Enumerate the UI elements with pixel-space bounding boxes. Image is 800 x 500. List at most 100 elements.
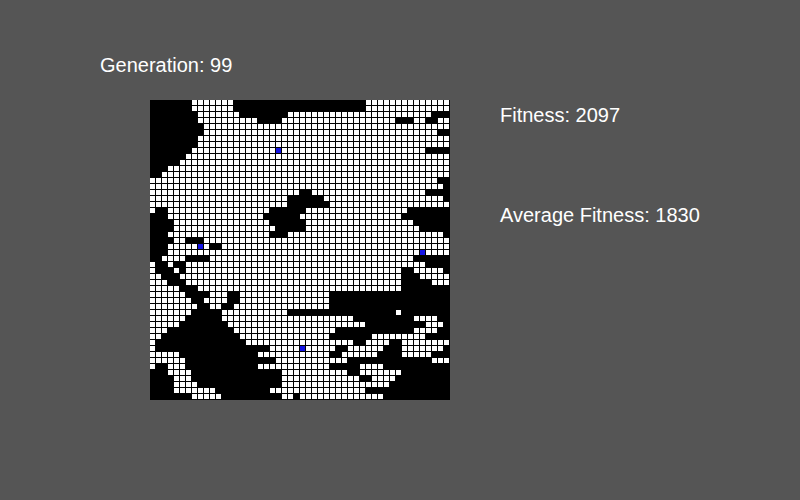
empty-cell [378,298,383,303]
alive-cell [312,298,317,303]
empty-cell [444,286,449,291]
alive-cell [402,154,407,159]
empty-cell [300,202,305,207]
empty-cell [288,202,293,207]
alive-cell [366,130,371,135]
alive-cell [390,250,395,255]
empty-cell [318,196,323,201]
empty-cell [420,322,425,327]
empty-cell [300,106,305,111]
empty-cell [258,100,263,105]
alive-cell [342,178,347,183]
alive-cell [228,208,233,213]
alive-cell [258,214,263,219]
alive-cell [312,322,317,327]
empty-cell [162,136,167,141]
alive-cell [246,196,251,201]
empty-cell [252,112,257,117]
grid-row [150,268,450,273]
alive-cell [246,190,251,195]
alive-cell [198,232,203,237]
alive-cell [174,250,179,255]
empty-cell [186,118,191,123]
alive-cell [204,112,209,117]
alive-cell [312,130,317,135]
alive-cell [234,202,239,207]
alive-cell [168,172,173,177]
alive-cell [360,202,365,207]
alive-cell [324,124,329,129]
empty-cell [264,100,269,105]
empty-cell [192,292,197,297]
alive-cell [294,136,299,141]
empty-cell [150,166,155,171]
alive-cell [264,202,269,207]
alive-cell [426,154,431,159]
alive-cell [402,100,407,105]
empty-cell [396,118,401,123]
grid-row [150,208,450,213]
alive-cell [168,316,173,321]
alive-cell [156,322,161,327]
alive-cell [294,124,299,129]
alive-cell [204,196,209,201]
alive-cell [420,328,425,333]
alive-cell [264,244,269,249]
alive-cell [348,280,353,285]
alive-cell [444,202,449,207]
alive-cell [336,274,341,279]
empty-cell [270,214,275,219]
alive-cell [360,208,365,213]
alive-cell [246,280,251,285]
empty-cell [444,184,449,189]
alive-cell [408,202,413,207]
alive-cell [408,184,413,189]
alive-cell [204,298,209,303]
alive-cell [324,148,329,153]
alive-cell [384,256,389,261]
alive-cell [378,286,383,291]
alive-cell [348,160,353,165]
alive-cell [198,208,203,213]
alive-cell [432,238,437,243]
alive-cell [360,172,365,177]
alive-cell [372,238,377,243]
alive-cell [288,118,293,123]
empty-cell [168,136,173,141]
alive-cell [240,178,245,183]
alive-cell [306,160,311,165]
empty-cell [414,220,419,225]
alive-cell [198,172,203,177]
alive-cell [150,304,155,309]
empty-cell [438,328,443,333]
alive-cell [312,232,317,237]
empty-cell [318,202,323,207]
alive-cell [192,178,197,183]
alive-cell [378,202,383,207]
empty-cell [408,280,413,285]
empty-cell [276,220,281,225]
alive-cell [438,172,443,177]
alive-cell [366,112,371,117]
alive-cell [240,166,245,171]
alive-cell [384,244,389,249]
alive-cell [366,148,371,153]
alive-cell [288,322,293,327]
alive-cell [240,250,245,255]
alive-cell [186,304,191,309]
alive-cell [318,118,323,123]
alive-cell [306,334,311,339]
grid-row [150,238,450,243]
alive-cell [354,202,359,207]
alive-cell [180,172,185,177]
empty-cell [162,268,167,273]
alive-cell [378,250,383,255]
alive-cell [408,196,413,201]
alive-cell [324,262,329,267]
alive-cell [252,124,257,129]
alive-cell [306,226,311,231]
alive-cell [186,202,191,207]
empty-cell [192,130,197,135]
alive-cell [222,298,227,303]
empty-cell [432,256,437,261]
